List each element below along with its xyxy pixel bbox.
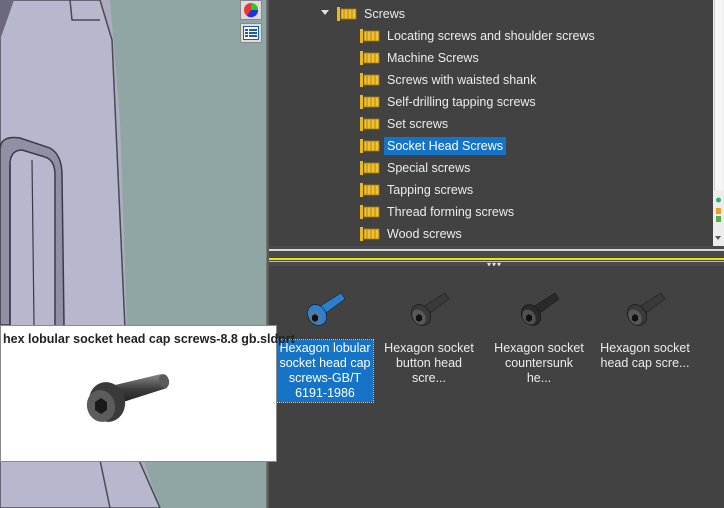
folder-icon (360, 28, 380, 43)
file-label: Hexagon socket countersunk he... (494, 341, 584, 385)
folder-icon (337, 6, 357, 21)
tree-item[interactable]: Self-drilling tapping screws (360, 91, 539, 112)
tree-item-label: Special screws (387, 160, 471, 175)
file-thumbnail[interactable]: Hexagon socket head cap scre... (597, 280, 693, 372)
tree-item-label: Tapping screws (387, 182, 474, 197)
preview-tooltip: hex lobular socket head cap screws-8.8 g… (0, 325, 295, 462)
file-label: Hexagon socket button head scre... (384, 341, 474, 385)
scroll-down-icon[interactable] (715, 236, 721, 240)
tree-item[interactable]: Machine Screws (360, 47, 482, 68)
file-label: Hexagon lobular socket head cap screws-G… (276, 339, 374, 403)
panel-splitter[interactable]: ▾▾▾ (269, 246, 724, 269)
tree-item[interactable]: Locating screws and shoulder screws (360, 25, 598, 46)
folder-icon (360, 72, 380, 87)
appearance-button[interactable] (240, 0, 262, 20)
tree-item-label: Thread forming screws (387, 204, 515, 219)
tree-item[interactable]: Thread forming screws (360, 201, 517, 222)
file-thumbnail[interactable]: Hexagon socket button head scre... (381, 280, 477, 387)
tooltip-title: hex lobular socket head cap screws-8.8 g… (3, 332, 295, 346)
tree-item[interactable]: Tapping screws (360, 179, 476, 200)
folder-icon (360, 50, 380, 65)
folder-icon (360, 204, 380, 219)
tree-item[interactable]: Screws with waisted shank (360, 69, 539, 90)
folder-icon (360, 160, 380, 175)
file-label: Hexagon socket head cap scre... (600, 341, 690, 370)
folder-icon (360, 226, 380, 241)
file-thumbnail[interactable]: Hexagon socket countersunk he... (491, 280, 587, 387)
folder-icon (360, 138, 380, 153)
design-library-window: Screws Locating screws and shoulder scre… (0, 0, 724, 508)
screw-thumbnail-image (277, 280, 373, 338)
folder-icon (360, 116, 380, 131)
screw-preview-image (86, 374, 170, 422)
file-thumbnails-panel[interactable]: Hexagon lobular socket head cap screws-G… (269, 266, 724, 508)
tree-item-label: Wood screws (387, 226, 462, 241)
scroll-markers (716, 197, 721, 222)
tree-item-label: Screws (364, 6, 405, 21)
screw-thumbnail-image (491, 280, 587, 338)
tree-item[interactable]: Socket Head Screws (360, 135, 507, 156)
tree-item[interactable]: Set screws (360, 113, 451, 134)
library-tree[interactable]: Screws Locating screws and shoulder scre… (269, 0, 713, 246)
appearance-icon (244, 3, 259, 18)
display-list-icon (243, 26, 259, 40)
tree-item-label: Socket Head Screws (384, 136, 507, 155)
tree-item[interactable]: Wood screws (360, 223, 465, 244)
tree-item-screws[interactable]: Screws (337, 3, 408, 24)
folder-icon (360, 94, 380, 109)
scrollbar-thumb[interactable] (714, 0, 723, 190)
collapse-arrow-icon[interactable] (321, 10, 329, 15)
tree-item[interactable]: Special screws (360, 157, 473, 178)
tree-item-label: Screws with waisted shank (387, 72, 537, 87)
screw-thumbnail-image (597, 280, 693, 338)
tree-item-label: Locating screws and shoulder screws (387, 28, 595, 43)
display-list-button[interactable] (240, 23, 262, 43)
tree-item-label: Machine Screws (387, 50, 479, 65)
tree-scrollbar[interactable] (713, 0, 724, 246)
screw-thumbnail-image (381, 280, 477, 338)
tree-item-label: Set screws (387, 116, 449, 131)
folder-icon (360, 182, 380, 197)
tree-item-label: Self-drilling tapping screws (387, 94, 536, 109)
